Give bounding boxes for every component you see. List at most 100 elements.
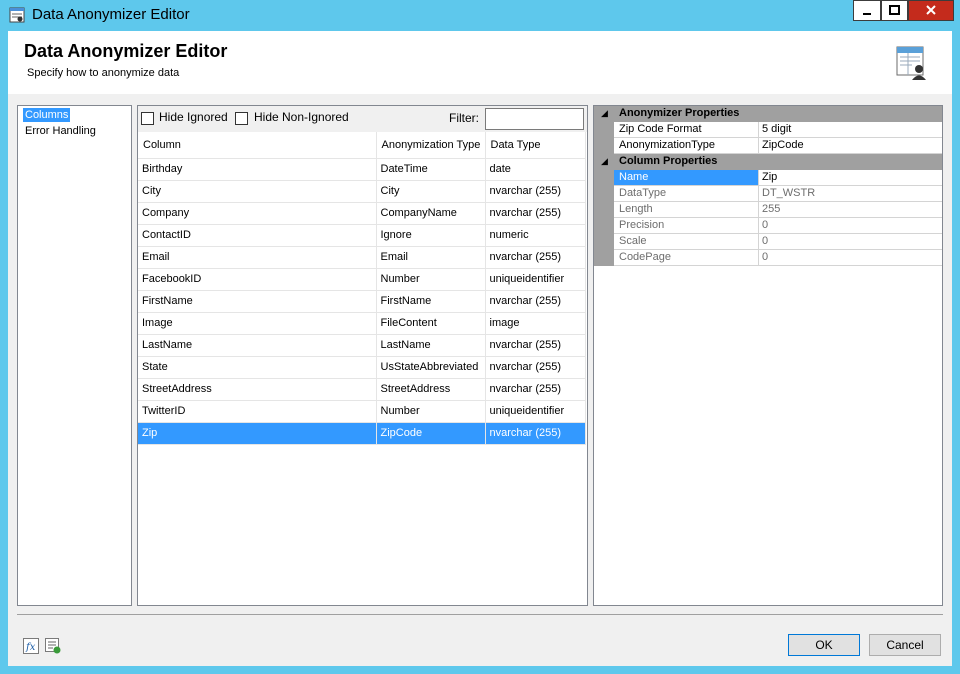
cell-anonymization-type[interactable]: DateTime [376, 158, 486, 181]
table-row[interactable]: StreetAddress StreetAddress nvarchar (255) [138, 378, 586, 401]
property-row[interactable]: Scale 0 [594, 234, 942, 250]
ok-button[interactable]: OK [788, 634, 860, 656]
table-row[interactable]: TwitterID Number uniqueidentifier [138, 400, 586, 423]
column-header-data-type[interactable]: Data Type [485, 132, 586, 159]
cell-anonymization-type[interactable]: ZipCode [376, 422, 486, 445]
cell-anonymization-type[interactable]: Number [376, 268, 486, 291]
property-value[interactable]: ZipCode [759, 138, 942, 154]
table-row[interactable]: Image FileContent image [138, 312, 586, 335]
cell-column[interactable]: Image [138, 312, 377, 335]
hide-non-ignored-checkbox[interactable] [235, 112, 248, 125]
property-name[interactable]: CodePage [614, 250, 759, 266]
property-value[interactable]: Zip [759, 170, 942, 186]
cell-data-type[interactable]: nvarchar (255) [485, 422, 586, 445]
cell-anonymization-type[interactable]: Ignore [376, 224, 486, 247]
cell-data-type[interactable]: image [485, 312, 586, 335]
cell-data-type[interactable]: nvarchar (255) [485, 180, 586, 203]
collapse-icon[interactable]: ◢ [601, 106, 608, 121]
property-row[interactable]: Zip Code Format 5 digit [594, 122, 942, 138]
table-row[interactable]: Email Email nvarchar (255) [138, 246, 586, 269]
table-row[interactable]: LastName LastName nvarchar (255) [138, 334, 586, 357]
property-value[interactable]: 0 [759, 250, 942, 266]
mapping-icon[interactable] [45, 638, 61, 654]
property-row[interactable]: CodePage 0 [594, 250, 942, 266]
cell-anonymization-type[interactable]: UsStateAbbreviated [376, 356, 486, 379]
property-value[interactable]: 5 digit [759, 122, 942, 138]
property-value[interactable]: DT_WSTR [759, 186, 942, 202]
cell-anonymization-type[interactable]: City [376, 180, 486, 203]
table-row[interactable]: Zip ZipCode nvarchar (255) [138, 422, 586, 445]
cancel-button[interactable]: Cancel [869, 634, 941, 656]
property-name[interactable]: Name [614, 170, 759, 186]
property-name[interactable]: Zip Code Format [614, 122, 759, 138]
cell-column[interactable]: Company [138, 202, 377, 225]
nav-item-columns[interactable]: Columns [23, 108, 71, 122]
collapse-icon[interactable]: ◢ [601, 154, 608, 169]
cell-column[interactable]: City [138, 180, 377, 203]
property-name[interactable]: Scale [614, 234, 759, 250]
hide-ignored-checkbox[interactable] [141, 112, 154, 125]
cell-data-type[interactable]: uniqueidentifier [485, 400, 586, 423]
close-button[interactable] [908, 0, 954, 21]
cell-anonymization-type[interactable]: Number [376, 400, 486, 423]
table-row[interactable]: State UsStateAbbreviated nvarchar (255) [138, 356, 586, 379]
table-row[interactable]: Company CompanyName nvarchar (255) [138, 202, 586, 225]
cell-data-type[interactable]: nvarchar (255) [485, 356, 586, 379]
cell-column[interactable]: FacebookID [138, 268, 377, 291]
filter-input[interactable] [485, 108, 584, 130]
cell-anonymization-type[interactable]: FirstName [376, 290, 486, 313]
property-value[interactable]: 0 [759, 234, 942, 250]
column-header-anonymization-type[interactable]: Anonymization Type [376, 132, 486, 159]
cell-data-type[interactable]: nvarchar (255) [485, 202, 586, 225]
property-row[interactable]: AnonymizationType ZipCode [594, 138, 942, 154]
cell-data-type[interactable]: uniqueidentifier [485, 268, 586, 291]
minimize-button[interactable] [853, 0, 881, 21]
cell-data-type[interactable]: numeric [485, 224, 586, 247]
cell-column[interactable]: Zip [138, 422, 377, 445]
column-header-column[interactable]: Column [138, 132, 377, 159]
cell-column[interactable]: ContactID [138, 224, 377, 247]
cell-data-type[interactable]: nvarchar (255) [485, 246, 586, 269]
property-row[interactable]: Length 255 [594, 202, 942, 218]
property-row[interactable]: Name Zip [594, 170, 942, 186]
cell-anonymization-type[interactable]: LastName [376, 334, 486, 357]
property-row[interactable]: Precision 0 [594, 218, 942, 234]
title-bar[interactable]: Data Anonymizer Editor [0, 0, 960, 31]
property-value[interactable]: 0 [759, 218, 942, 234]
cell-data-type[interactable]: nvarchar (255) [485, 334, 586, 357]
cell-anonymization-type[interactable]: FileContent [376, 312, 486, 335]
cell-column[interactable]: FirstName [138, 290, 377, 313]
cell-anonymization-type[interactable]: Email [376, 246, 486, 269]
cell-column[interactable]: Birthday [138, 158, 377, 181]
property-name[interactable]: AnonymizationType [614, 138, 759, 154]
category-column-properties[interactable]: ◢ Column Properties [594, 154, 942, 170]
cell-anonymization-type[interactable]: CompanyName [376, 202, 486, 225]
cell-column[interactable]: StreetAddress [138, 378, 377, 401]
cell-data-type[interactable]: date [485, 158, 586, 181]
category-anonymizer-properties[interactable]: ◢ Anonymizer Properties [594, 106, 942, 122]
property-row[interactable]: DataType DT_WSTR [594, 186, 942, 202]
cell-column[interactable]: LastName [138, 334, 377, 357]
cell-column[interactable]: Email [138, 246, 377, 269]
table-row[interactable]: Birthday DateTime date [138, 158, 586, 181]
cell-data-type[interactable]: nvarchar (255) [485, 378, 586, 401]
table-row[interactable]: City City nvarchar (255) [138, 180, 586, 203]
columns-table: Column Anonymization Type Data Type Birt… [138, 132, 586, 445]
nav-item-error-handling[interactable]: Error Handling [23, 124, 98, 138]
expression-icon[interactable]: fx [23, 638, 39, 654]
table-row[interactable]: FirstName FirstName nvarchar (255) [138, 290, 586, 313]
table-row[interactable]: FacebookID Number uniqueidentifier [138, 268, 586, 291]
maximize-button[interactable] [881, 0, 908, 21]
window-title: Data Anonymizer Editor [32, 6, 190, 23]
property-name[interactable]: Precision [614, 218, 759, 234]
property-name[interactable]: Length [614, 202, 759, 218]
cell-column[interactable]: State [138, 356, 377, 379]
cell-data-type[interactable]: nvarchar (255) [485, 290, 586, 313]
property-name[interactable]: DataType [614, 186, 759, 202]
property-value[interactable]: 255 [759, 202, 942, 218]
filter-bar: Hide Ignored Hide Non-Ignored Filter: [138, 106, 587, 132]
table-row[interactable]: ContactID Ignore numeric [138, 224, 586, 247]
cell-column[interactable]: TwitterID [138, 400, 377, 423]
cell-anonymization-type[interactable]: StreetAddress [376, 378, 486, 401]
svg-text:fx: fx [25, 642, 36, 653]
